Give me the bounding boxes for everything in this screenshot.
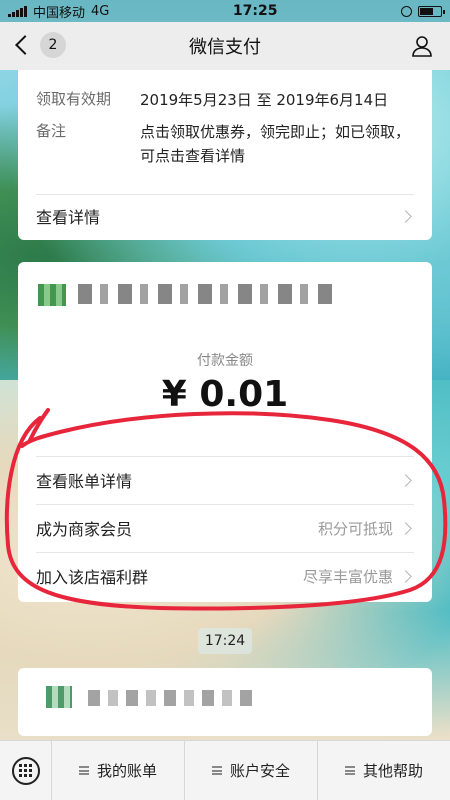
user-profile-icon[interactable] bbox=[410, 34, 434, 58]
divider bbox=[36, 194, 414, 195]
member-row[interactable]: 成为商家会员 积分可抵现 bbox=[36, 508, 414, 548]
rotation-lock-icon bbox=[400, 5, 412, 17]
menu-account-security[interactable]: 账户安全 bbox=[185, 741, 318, 800]
coupon-card: 领取有效期 2019年5月23日 至 2019年6月14日 备注 点击领取优惠券… bbox=[18, 60, 432, 240]
validity-value: 2019年5月23日 至 2019年6月14日 bbox=[140, 91, 389, 109]
member-label: 成为商家会员 bbox=[36, 520, 133, 539]
divider bbox=[36, 456, 414, 457]
chevron-right-icon bbox=[399, 521, 412, 535]
amount-value: ¥ 0.01 bbox=[161, 374, 289, 415]
network-label: 4G bbox=[91, 3, 110, 19]
chevron-right-icon bbox=[399, 473, 412, 487]
menu-other-help[interactable]: 其他帮助 bbox=[318, 741, 450, 800]
battery-icon bbox=[417, 5, 445, 17]
welfare-group-label: 加入该店福利群 bbox=[36, 568, 149, 587]
amount-label: 付款金额 bbox=[197, 353, 253, 369]
remark-label: 备注 bbox=[36, 122, 67, 140]
validity-label: 领取有效期 bbox=[36, 90, 112, 108]
divider bbox=[36, 552, 414, 553]
payment-card: 付款金额 ¥ 0.01 查看账单详情 成为商家会员 积分可抵现 加入该店福利群 … bbox=[18, 262, 432, 602]
bottom-menu-bar: 我的账单 账户安全 其他帮助 bbox=[0, 740, 450, 800]
chevron-right-icon bbox=[399, 569, 412, 583]
validity-row: 领取有效期 2019年5月23日 至 2019年6月14日 bbox=[36, 88, 414, 112]
keyboard-icon bbox=[11, 756, 40, 785]
menu-icon bbox=[211, 766, 222, 775]
back-button[interactable]: 2 bbox=[12, 32, 66, 58]
nav-bar: 2 微信支付 bbox=[0, 22, 450, 70]
chevron-left-icon bbox=[15, 35, 35, 55]
welfare-group-row[interactable]: 加入该店福利群 尽享丰富优惠 bbox=[36, 556, 414, 596]
divider bbox=[36, 504, 414, 505]
menu-other-help-label: 其他帮助 bbox=[362, 762, 423, 780]
page-title: 微信支付 bbox=[189, 37, 261, 58]
merchant-logo-blurred bbox=[46, 686, 72, 708]
remark-value: 点击领取优惠券，领完即止；如已领取，可点击查看详情 bbox=[140, 123, 411, 165]
signal-icon bbox=[8, 5, 27, 17]
menu-my-bills-label: 我的账单 bbox=[96, 762, 157, 780]
keyboard-toggle-button[interactable] bbox=[0, 741, 52, 800]
merchant-logo-blurred bbox=[38, 284, 66, 306]
bill-details-row[interactable]: 查看账单详情 bbox=[36, 460, 414, 500]
chevron-right-icon bbox=[399, 209, 412, 223]
remark-row: 备注 点击领取优惠券，领完即止；如已领取，可点击查看详情 bbox=[36, 120, 414, 168]
menu-account-security-label: 账户安全 bbox=[229, 762, 290, 780]
message-timestamp: 17:24 bbox=[198, 628, 252, 654]
menu-icon bbox=[344, 766, 355, 775]
menu-my-bills[interactable]: 我的账单 bbox=[52, 741, 185, 800]
bill-details-label: 查看账单详情 bbox=[36, 472, 133, 491]
carrier-label: 中国移动 bbox=[33, 5, 86, 21]
merchant-name-blurred bbox=[78, 284, 338, 304]
view-details-label: 查看详情 bbox=[36, 208, 101, 227]
status-bar: 中国移动 4G 17:25 bbox=[0, 0, 450, 22]
next-message-card[interactable] bbox=[18, 668, 432, 736]
unread-count-badge: 2 bbox=[40, 32, 66, 58]
view-details-row[interactable]: 查看详情 bbox=[36, 196, 414, 236]
status-time: 17:25 bbox=[232, 3, 278, 19]
member-extra: 积分可抵现 bbox=[317, 519, 393, 538]
merchant-name-blurred bbox=[88, 690, 258, 706]
welfare-group-extra: 尽享丰富优惠 bbox=[302, 567, 393, 586]
menu-icon bbox=[78, 766, 89, 775]
